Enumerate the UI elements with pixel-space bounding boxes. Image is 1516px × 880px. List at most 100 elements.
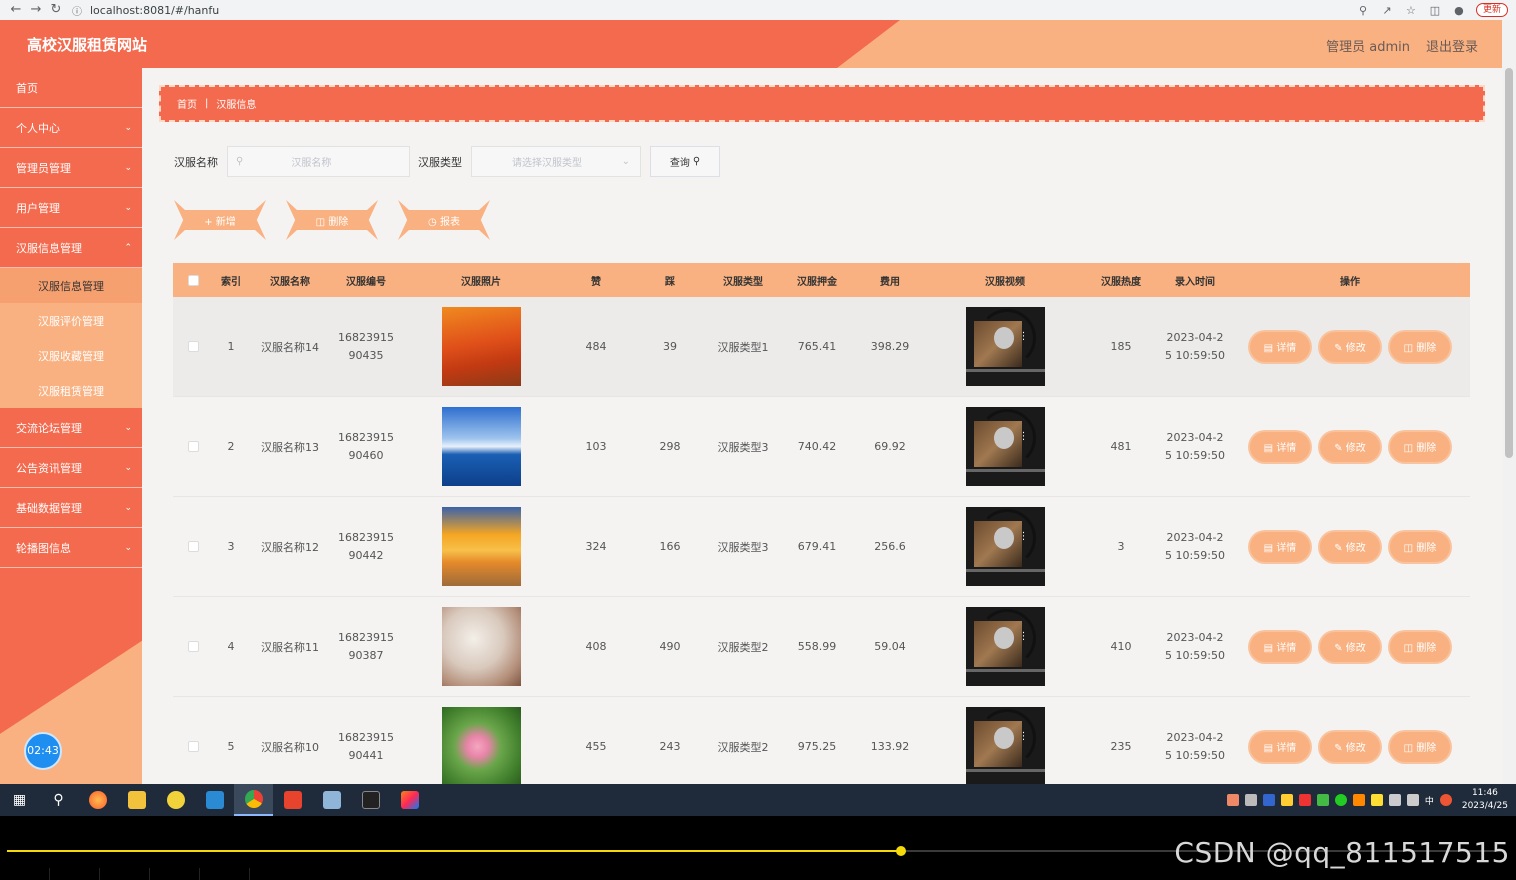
hanfu-photo[interactable] [441,407,521,486]
progress-knob[interactable] [896,846,906,856]
wechat-icon[interactable] [1334,794,1347,806]
chat-app-icon[interactable] [156,784,195,816]
row-delete-button[interactable]: ◫ 删除 [1390,531,1450,562]
tray-app-icon[interactable] [1262,794,1275,806]
volume-icon[interactable] [1406,794,1419,806]
query-button[interactable]: 查询 ⚲ [650,146,720,177]
type-select[interactable]: 请选择汉服类型 ⌄ [471,146,641,177]
more-icon[interactable]: ⋮ [1019,432,1029,442]
tray-app-icon[interactable] [1370,794,1383,806]
row-delete-button[interactable]: ◫ 删除 [1390,431,1450,462]
sidepanel-icon[interactable]: ◫ [1428,4,1442,17]
reload-icon[interactable]: ↻ [46,0,66,20]
row-checkbox[interactable] [187,341,199,352]
wps-icon[interactable] [273,784,312,816]
breadcrumb-home[interactable]: 首页 [177,96,197,111]
hanfu-video[interactable]: ⋮ [965,407,1045,486]
report-button[interactable]: ◷ 报表 [398,200,490,240]
row-checkbox[interactable] [187,541,199,552]
chrome-icon[interactable] [234,784,273,816]
hanfu-photo[interactable] [441,707,521,784]
ime-indicator[interactable]: 中 [1425,794,1434,807]
table-row[interactable]: 1 汉服名称14 16823915 90435 484 39 汉服类型1 765.… [173,297,1470,397]
tray-app-icon[interactable] [1244,794,1257,806]
taskbar-clock[interactable]: 11:46 2023/4/25 [1462,787,1508,813]
info-icon[interactable]: ⓘ [72,3,82,18]
sidebar-item-basedata[interactable]: 基础数据管理 ⌄ [0,488,142,528]
hanfu-video[interactable]: ⋮ [965,607,1045,686]
sidebar-subitem-hanfu-rental[interactable]: 汉服租赁管理 [0,373,142,408]
file-explorer-icon[interactable] [117,784,156,816]
edit-button[interactable]: ✎ 修改 [1320,431,1380,462]
table-row[interactable]: 3 汉服名称12 16823915 90442 324 166 汉服类型3 679… [173,497,1470,597]
edit-button[interactable]: ✎ 修改 [1320,631,1380,662]
detail-button[interactable]: ▤ 详情 [1250,431,1310,462]
windows-start-icon[interactable]: ▦ [0,784,39,816]
edit-button[interactable]: ✎ 修改 [1320,731,1380,762]
detail-button[interactable]: ▤ 详情 [1250,631,1310,662]
select-all-checkbox[interactable] [187,274,199,286]
tray-app-icon[interactable] [1280,794,1293,806]
add-button[interactable]: + 新增 [174,200,266,240]
hanfu-photo[interactable] [441,607,521,686]
hanfu-video[interactable]: ⋮ [965,307,1045,386]
terminal-icon[interactable] [351,784,390,816]
sidebar-item-hanfu[interactable]: 汉服信息管理 ⌃ [0,228,142,268]
scrollbar-thumb[interactable] [1505,68,1513,458]
notepad-icon[interactable] [312,784,351,816]
row-checkbox[interactable] [187,441,199,452]
update-button[interactable]: 更新 [1475,3,1508,17]
tray-app-icon[interactable] [1352,794,1365,806]
page-scrollbar[interactable] [1502,20,1516,784]
delete-button[interactable]: ◫ 删除 [286,200,378,240]
sidebar-subitem-hanfu-review[interactable]: 汉服评价管理 [0,303,142,338]
vscode-icon[interactable] [195,784,234,816]
clock-widget[interactable]: 02:43 [24,732,62,770]
logout-link[interactable]: 退出登录 [1426,36,1478,55]
table-row[interactable]: 2 汉服名称13 16823915 90460 103 298 汉服类型3 740… [173,397,1470,497]
key-icon[interactable]: ⚲ [1356,4,1370,17]
table-row[interactable]: 4 汉服名称11 16823915 90387 408 490 汉服类型2 558… [173,597,1470,697]
address-bar[interactable]: ⓘ localhost:8081/#/hanfu [72,3,219,18]
share-icon[interactable]: ↗ [1380,4,1394,17]
table-row[interactable]: 5 汉服名称10 16823915 90441 455 243 汉服类型2 975… [173,697,1470,784]
row-checkbox[interactable] [187,641,199,652]
sidebar-item-home[interactable]: 首页 [0,68,142,108]
sidebar-item-news[interactable]: 公告资讯管理 ⌄ [0,448,142,488]
row-delete-button[interactable]: ◫ 删除 [1390,331,1450,362]
forward-icon[interactable]: → [26,0,46,20]
sidebar-subitem-hanfu-favorite[interactable]: 汉服收藏管理 [0,338,142,373]
sidebar-item-admin[interactable]: 管理员管理 ⌄ [0,148,142,188]
back-icon[interactable]: ← [6,0,26,20]
progress-played[interactable] [7,850,901,852]
more-icon[interactable]: ⋮ [1019,332,1029,342]
tray-app-icon[interactable] [1226,794,1239,806]
star-icon[interactable]: ☆ [1404,4,1418,17]
hanfu-photo[interactable] [441,507,521,586]
edit-button[interactable]: ✎ 修改 [1320,531,1380,562]
name-search-input[interactable]: ⚲ 汉服名称 [227,146,410,177]
tray-app-icon[interactable] [1439,794,1452,806]
row-delete-button[interactable]: ◫ 删除 [1390,731,1450,762]
sidebar-item-forum[interactable]: 交流论坛管理 ⌄ [0,408,142,448]
tray-app-icon[interactable] [1316,794,1329,806]
hanfu-video[interactable]: ⋮ [965,507,1045,586]
more-icon[interactable]: ⋮ [1019,632,1029,642]
sidebar-item-carousel[interactable]: 轮播图信息 ⌄ [0,528,142,568]
network-icon[interactable] [1388,794,1401,806]
sidebar-item-profile[interactable]: 个人中心 ⌄ [0,108,142,148]
detail-button[interactable]: ▤ 详情 [1250,331,1310,362]
profile-icon[interactable]: ● [1452,4,1466,17]
edit-button[interactable]: ✎ 修改 [1320,331,1380,362]
search-icon[interactable]: ⚲ [39,784,78,816]
detail-button[interactable]: ▤ 详情 [1250,531,1310,562]
idea-icon[interactable] [390,784,429,816]
sidebar-item-users[interactable]: 用户管理 ⌄ [0,188,142,228]
more-icon[interactable]: ⋮ [1019,732,1029,742]
tray-app-icon[interactable] [1298,794,1311,806]
detail-button[interactable]: ▤ 详情 [1250,731,1310,762]
more-icon[interactable]: ⋮ [1019,532,1029,542]
hanfu-photo[interactable] [441,307,521,386]
firefox-icon[interactable] [78,784,117,816]
row-checkbox[interactable] [187,741,199,752]
